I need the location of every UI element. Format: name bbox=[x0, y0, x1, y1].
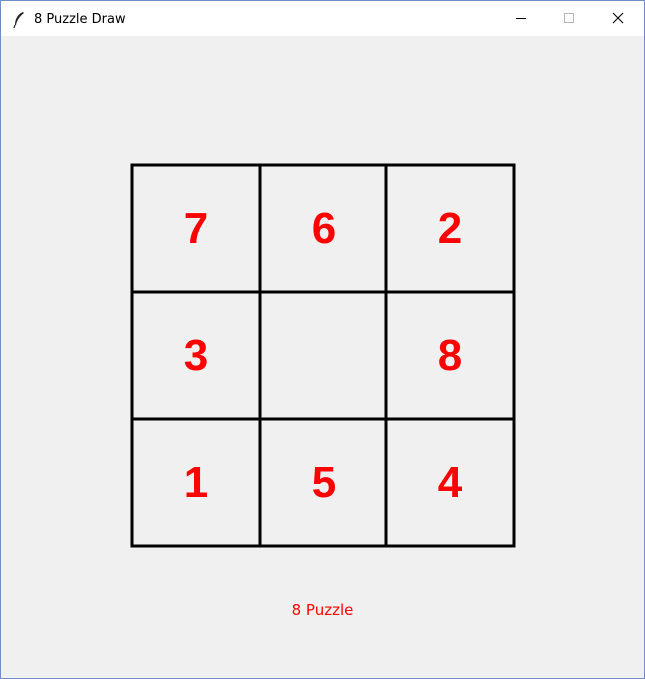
tile-r1c3[interactable]: 2 bbox=[387, 166, 513, 292]
maximize-button[interactable] bbox=[546, 1, 592, 36]
app-window: 8 Puzzle Draw 7 6 2 3 8 1 5 4 8 Puzzle bbox=[0, 0, 645, 679]
minimize-icon bbox=[515, 9, 527, 28]
tile-r2c3[interactable]: 8 bbox=[387, 293, 513, 419]
tile-r3c1[interactable]: 1 bbox=[133, 420, 259, 546]
tile-r2c1[interactable]: 3 bbox=[133, 293, 259, 419]
canvas-area: 7 6 2 3 8 1 5 4 8 Puzzle bbox=[1, 36, 644, 678]
empty-slot[interactable] bbox=[261, 293, 387, 419]
tile-r3c3[interactable]: 4 bbox=[387, 420, 513, 546]
title-bar[interactable]: 8 Puzzle Draw bbox=[1, 1, 644, 36]
feather-icon bbox=[12, 11, 26, 29]
minimize-button[interactable] bbox=[498, 1, 544, 36]
close-icon bbox=[612, 9, 624, 28]
close-button[interactable] bbox=[595, 1, 641, 36]
puzzle-caption: 8 Puzzle bbox=[291, 601, 354, 619]
maximize-icon bbox=[563, 9, 575, 28]
tile-r3c2[interactable]: 5 bbox=[261, 420, 387, 546]
tile-r1c1[interactable]: 7 bbox=[133, 166, 259, 292]
tile-r1c2[interactable]: 6 bbox=[261, 166, 387, 292]
puzzle-board: 7 6 2 3 8 1 5 4 bbox=[130, 163, 516, 548]
window-title: 8 Puzzle Draw bbox=[34, 12, 126, 27]
